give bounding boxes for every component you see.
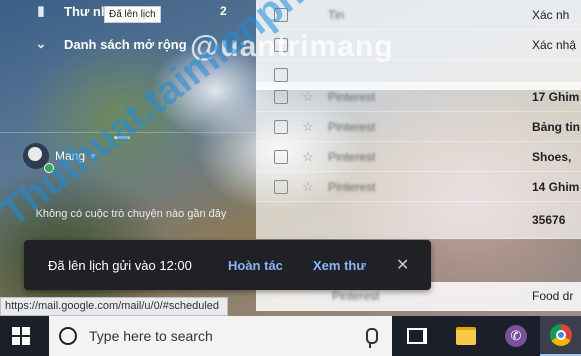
watermark-quantrimang: @uantrimang [190,30,394,63]
row-checkbox[interactable] [274,7,288,22]
sidebar-item-count: 2 [220,4,227,18]
row-checkbox[interactable] [274,89,288,104]
hangouts-name: Mang [55,149,86,163]
undo-button[interactable]: Hoàn tác [228,258,283,273]
sidebar-item-label: Thư nh [64,3,109,19]
task-view-icon [407,328,427,344]
file-explorer-icon [456,327,476,345]
row-checkbox[interactable] [274,119,288,134]
star-icon[interactable]: ☆ [302,119,316,135]
tooltip-scheduled: Đã lên lịch [104,6,161,23]
row-subject: 35676 [532,213,566,227]
close-icon[interactable]: ✕ [396,255,409,275]
table-row[interactable]: ☆ Pinterest Shoes, [256,142,581,172]
scheduled-snackbar: Đã lên lịch gửi vào 12:00 Hoàn tác Xem t… [24,240,431,290]
sidebar-item-inbox[interactable]: ▮ Thư nh [30,3,109,19]
hangouts-user[interactable]: Mang ▼ [23,143,97,169]
table-row[interactable]: ☆ Pinterest 17 Ghim [256,82,581,112]
row-checkbox[interactable] [274,149,288,164]
table-row[interactable]: Tin Xác nh [256,0,581,30]
row-subject: 14 Ghim [532,179,580,194]
row-sender: Tin [328,7,345,22]
file-icon: ▮ [37,3,45,18]
resize-handle[interactable] [114,136,130,139]
divider [0,132,256,133]
row-sender: Pinterest [332,289,380,303]
table-row[interactable]: ☆ Pinterest Bảng tin [256,112,581,142]
row-sender: Pinterest [328,179,376,194]
row-subject: Xác nh [532,7,570,22]
row-subject: 17 Ghim [532,89,580,104]
view-message-button[interactable]: Xem thư [313,258,366,273]
task-view-button[interactable] [394,316,438,356]
star-icon[interactable]: ☆ [302,179,316,195]
sidebar-item-label: Danh sách mở rộng [64,36,187,52]
snackbar-message: Đã lên lịch gửi vào 12:00 [48,257,192,273]
chrome-icon [549,324,572,346]
viber-button[interactable]: ✆ [494,316,538,356]
table-row[interactable]: 35676 [256,202,581,239]
row-sender: Pinterest [328,149,376,164]
row-subject: Food dr [532,289,574,303]
row-subject: Bảng tin [532,119,580,134]
star-icon[interactable]: ☆ [302,149,316,165]
row-checkbox[interactable] [274,179,288,194]
sidebar-item-expand-list[interactable]: ⌄ Danh sách mở rộng [30,36,187,52]
file-explorer-button[interactable] [444,316,488,356]
chevron-down-icon: ⌄ [35,36,47,51]
viber-icon: ✆ [505,325,527,347]
row-sender: Pinterest [328,89,376,104]
online-status-icon [44,163,54,173]
table-row[interactable]: ☆ Pinterest 14 Ghim [256,172,581,202]
search-icon [59,327,77,345]
caret-down-icon: ▼ [89,151,97,161]
microphone-icon[interactable] [366,328,378,348]
search-placeholder: Type here to search [89,328,213,344]
no-conversations-text: Không có cuộc trò chuyện nào gần đây [35,208,227,220]
chrome-button[interactable] [540,316,581,356]
taskbar-search[interactable]: Type here to search [49,316,392,356]
status-bar-url: https://mail.google.com/mail/u/0/#schedu… [0,297,229,316]
row-subject: Xác nhậ [532,37,577,52]
windows-taskbar: Type here to search ✆ [0,316,581,356]
windows-start-icon[interactable] [12,327,30,345]
row-subject: Shoes, [532,149,572,164]
row-sender: Pinterest [328,119,376,134]
row-checkbox[interactable] [274,67,288,82]
star-icon[interactable]: ☆ [302,89,316,105]
